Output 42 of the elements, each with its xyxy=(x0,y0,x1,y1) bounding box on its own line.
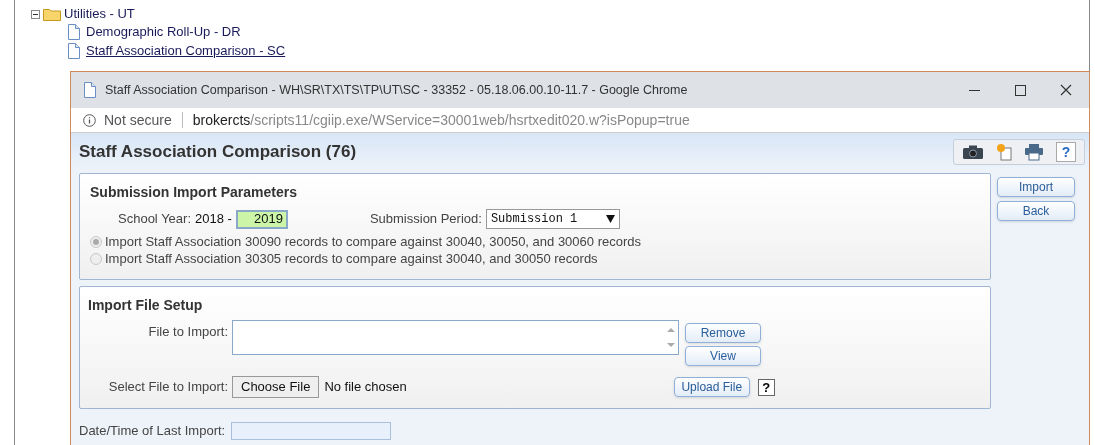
tree-item[interactable]: Utilities - UT xyxy=(64,4,135,24)
tree-item[interactable]: Staff Association Comparison - SC xyxy=(86,40,286,61)
field-label: File to Import: xyxy=(147,323,228,341)
field-label: Select File to Import: xyxy=(107,378,228,397)
field-label: Date/Time of Last Import: xyxy=(79,422,226,440)
remove-button[interactable]: Remove xyxy=(685,323,761,343)
view-button[interactable]: View xyxy=(685,346,761,366)
field-label: Submission Period: xyxy=(369,210,482,229)
choose-file-button[interactable]: Choose File xyxy=(232,376,320,398)
address-bar[interactable]: Not secure brokercts/scripts11/cgiip.exe/WService=30001web/hsrtxedit020.w?isPopup=true xyxy=(71,108,1089,133)
security-label: Not secure xyxy=(104,110,172,130)
page-icon xyxy=(67,23,81,40)
page-title: Staff Association Comparison (76) xyxy=(79,141,357,164)
tree-item[interactable]: Demographic Roll-Up - DR xyxy=(86,21,241,42)
camera-icon[interactable] xyxy=(962,144,984,160)
submission-period-dropdown[interactable]: Submission 1 xyxy=(485,209,620,229)
collapse-icon[interactable] xyxy=(31,9,40,19)
section-heading: Import File Setup xyxy=(88,296,204,315)
option-label: Import Staff Association 30090 records to compare against 30040, 30050, and 30060 records xyxy=(105,232,641,251)
file-list-field[interactable] xyxy=(232,320,679,355)
print-icon[interactable] xyxy=(1024,143,1044,161)
page-icon xyxy=(67,42,81,59)
new-document-icon[interactable] xyxy=(996,143,1012,161)
school-year-start: 2018 - xyxy=(195,210,232,229)
help-button[interactable]: ? xyxy=(757,378,775,396)
section-heading: Submission Import Parameters xyxy=(90,183,298,202)
option-label: Import Staff Association 30305 records to compare against 30040, and 30050 records xyxy=(105,249,598,268)
caret-icon xyxy=(605,215,615,223)
last-import-field[interactable] xyxy=(231,421,392,440)
window-title: Staff Association Comparison - WH\SR\TX\TS\TP\UT\SC - 33352 - 05.18.06.00.10-11.7 - Google Chrome xyxy=(105,81,688,99)
url-text: brokercts/scripts11/cgiip.exe/WService=30001web/hsrtxedit020.w?isPopup=true xyxy=(192,110,690,130)
close-icon xyxy=(1060,84,1072,96)
import-button[interactable]: Import xyxy=(997,177,1075,197)
help-button[interactable]: ? xyxy=(1056,142,1076,162)
page-icon xyxy=(83,82,97,98)
file-status: No file chosen xyxy=(324,378,407,397)
school-year-field[interactable]: 2019 xyxy=(235,209,288,229)
field-label: School Year: xyxy=(118,210,191,229)
info-icon xyxy=(83,113,96,127)
upload-file-button[interactable]: Upload File xyxy=(673,377,750,397)
back-button[interactable]: Back xyxy=(997,201,1075,221)
folder-icon xyxy=(43,7,61,21)
